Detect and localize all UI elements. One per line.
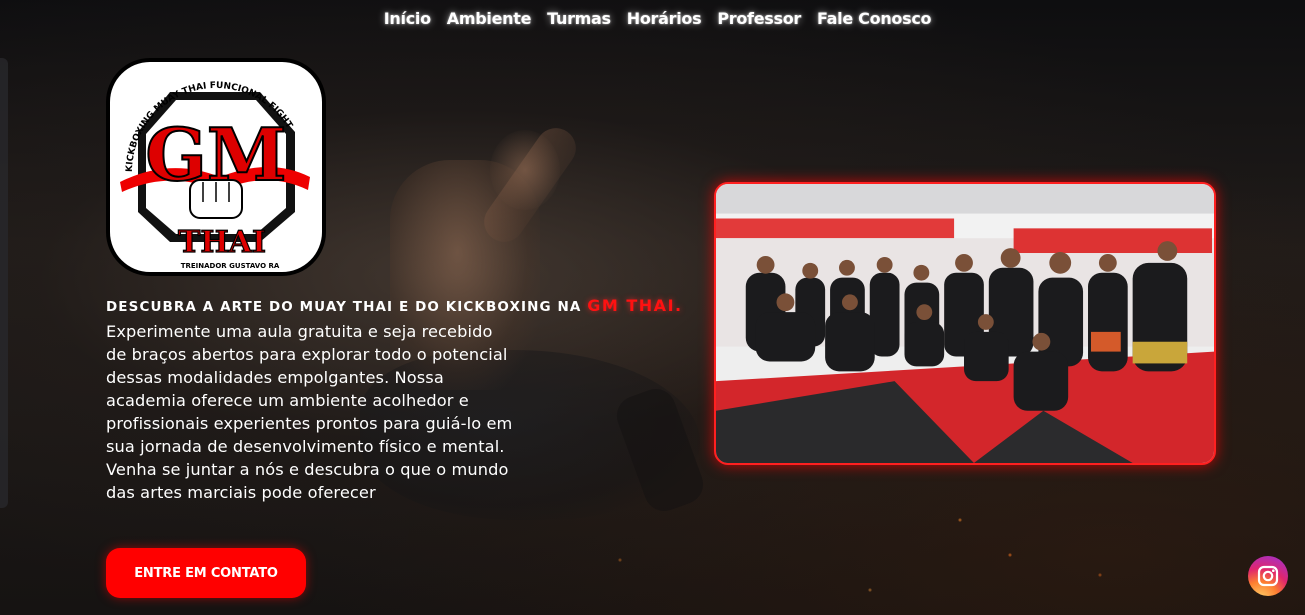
main-navigation: Início Ambiente Turmas Horários Professo…: [0, 8, 1305, 30]
contact-button[interactable]: ENTRE EM CONTATO: [106, 548, 306, 598]
hero-headline: DESCUBRA A ARTE DO MUAY THAI E DO KICKBO…: [106, 296, 683, 315]
gym-group-photo: [714, 182, 1216, 465]
logo-brand-text: THAI: [178, 225, 266, 260]
nav-link-fale-conosco[interactable]: Fale Conosco: [817, 8, 932, 30]
logo-trainer-text: TREINADOR GUSTAVO RA: [181, 262, 280, 270]
headline-accent-brand: GM THAI.: [587, 296, 683, 315]
nav-link-professor[interactable]: Professor: [717, 8, 801, 30]
instagram-button[interactable]: [1248, 556, 1288, 596]
hero-description: Experimente uma aula gratuita e seja rec…: [106, 322, 513, 502]
headline-prefix: DESCUBRA A ARTE DO MUAY THAI E DO KICKBO…: [106, 299, 588, 315]
nav-link-horarios[interactable]: Horários: [627, 8, 702, 30]
side-panel-edge: [0, 58, 8, 508]
nav-link-turmas[interactable]: Turmas: [547, 8, 611, 30]
nav-link-ambiente[interactable]: Ambiente: [447, 8, 532, 30]
instagram-icon: [1257, 565, 1279, 587]
nav-link-inicio[interactable]: Início: [384, 8, 431, 30]
gm-thai-logo: KICKBOXING MUAY THAI FUNCIONAL FIGHT GM …: [106, 58, 326, 276]
